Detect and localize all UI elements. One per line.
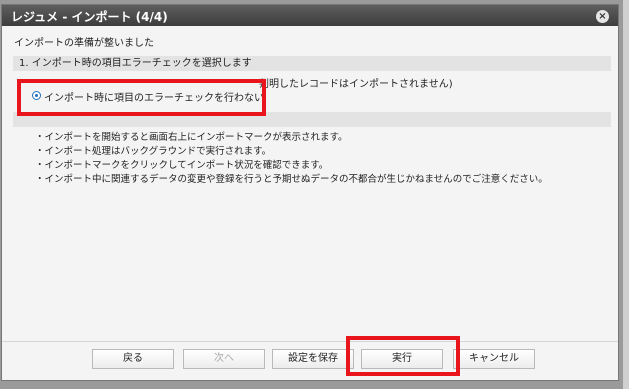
footer-divider bbox=[2, 341, 618, 342]
execute-button[interactable]: 実行 bbox=[361, 349, 443, 369]
ready-message: インポートの準備が整いました bbox=[14, 38, 154, 49]
radio-option-no-error-check-label: インポート時に項目のエラーチェックを行わない bbox=[44, 93, 264, 104]
note-line: ・インポート処理はバックグラウンドで実行されます。 bbox=[35, 146, 272, 157]
section-error-check-header: 1. インポート時の項目エラーチェックを選択します bbox=[13, 56, 611, 71]
section-execute-header bbox=[13, 112, 611, 127]
radio-option-error-check-partial: 判明したレコードはインポートされません) bbox=[259, 75, 453, 90]
next-button[interactable]: 次へ bbox=[183, 349, 265, 369]
radio-option-error-check-label: 判明したレコードはインポートされません) bbox=[259, 79, 453, 90]
back-button[interactable]: 戻る bbox=[92, 349, 174, 369]
dialog-titlebar: レジュメ - インポート (4/4) × bbox=[2, 5, 618, 26]
save-settings-button[interactable]: 設定を保存 bbox=[272, 349, 354, 369]
note-line: ・インポート中に関連するデータの変更や登録を行うと予期せぬデータの不都合が生じか… bbox=[35, 174, 548, 185]
dialog-title: レジュメ - インポート (4/4) bbox=[11, 10, 168, 24]
radio-button-selected[interactable] bbox=[32, 91, 41, 100]
note-line: ・インポートマークをクリックしてインポート状況を確認できます。 bbox=[35, 160, 329, 171]
note-line: ・インポートを開始すると画面右上にインポートマークが表示されます。 bbox=[35, 132, 348, 143]
close-icon[interactable]: × bbox=[596, 10, 609, 23]
import-dialog: レジュメ - インポート (4/4) × インポートの準備が整いました 1. イ… bbox=[1, 4, 619, 381]
window-scroll-edge bbox=[623, 0, 629, 389]
cancel-button[interactable]: キャンセル bbox=[453, 349, 535, 369]
